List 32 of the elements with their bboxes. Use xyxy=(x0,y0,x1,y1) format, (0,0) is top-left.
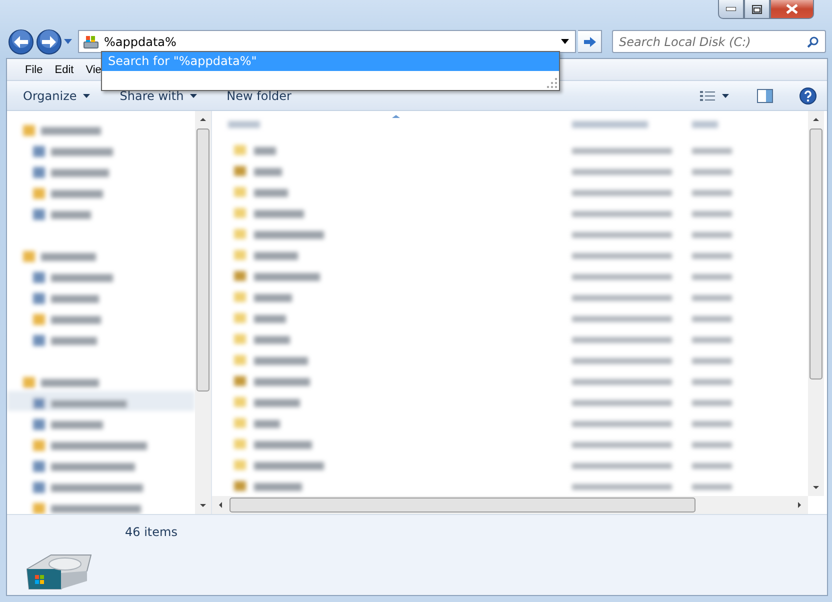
vertical-scrollbar[interactable] xyxy=(808,111,824,496)
search-box[interactable]: Search Local Disk (C:) xyxy=(612,30,826,54)
search-field[interactable]: Search Local Disk (C:) xyxy=(619,34,807,49)
close-button[interactable] xyxy=(770,0,814,19)
minimize-icon xyxy=(726,7,736,11)
back-button[interactable] xyxy=(8,28,34,55)
toolbar-button[interactable]: Share with xyxy=(114,86,203,106)
caret-icon xyxy=(722,94,729,98)
horizontal-scrollbar[interactable] xyxy=(212,496,808,514)
close-icon xyxy=(786,4,798,14)
item-count: 46 items xyxy=(125,525,178,541)
search-icon xyxy=(807,36,819,48)
address-field[interactable]: %appdata% xyxy=(104,34,556,49)
view-list-icon[interactable] xyxy=(700,90,716,102)
go-button[interactable] xyxy=(578,30,602,54)
vertical-scrollbar[interactable] xyxy=(195,111,211,514)
preview-pane-icon[interactable] xyxy=(757,88,773,102)
menu-item[interactable]: File xyxy=(19,62,49,78)
help-icon[interactable] xyxy=(799,86,817,104)
resize-grip-icon[interactable] xyxy=(547,78,557,88)
history-caret-icon[interactable] xyxy=(64,39,72,44)
maximize-icon xyxy=(752,4,762,14)
toolbar-button[interactable]: New folder xyxy=(220,86,298,106)
minimize-button[interactable] xyxy=(718,0,744,19)
arrow-icon xyxy=(584,36,596,47)
dropdown-caret-icon[interactable] xyxy=(561,39,569,44)
forward-button[interactable] xyxy=(36,28,62,55)
maximize-button[interactable] xyxy=(744,0,770,19)
menu-item[interactable]: Edit xyxy=(48,62,80,78)
address-bar[interactable]: %appdata% xyxy=(78,30,576,54)
drive-icon xyxy=(83,34,99,49)
toolbar-button[interactable]: Organize xyxy=(17,86,96,106)
